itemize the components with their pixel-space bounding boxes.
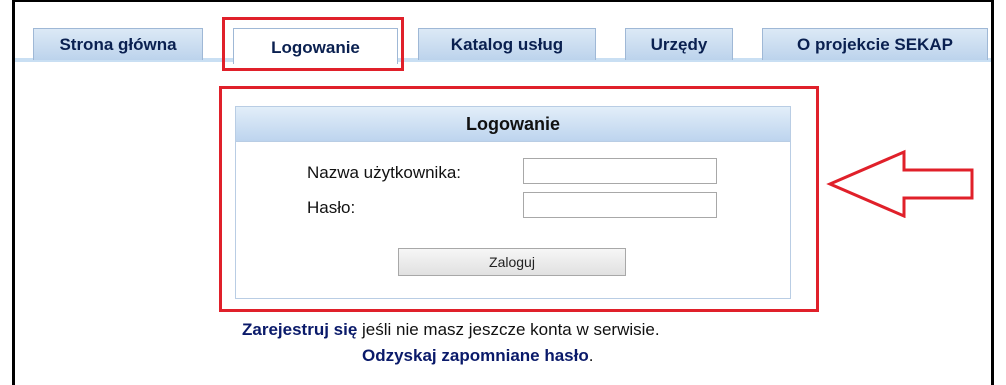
- tab-o-projekcie[interactable]: O projekcie SEKAP: [762, 28, 988, 60]
- tab-label: Strona główna: [59, 35, 177, 54]
- register-line: Zarejestruj się jeśli nie masz jeszcze k…: [242, 320, 660, 340]
- left-arrow-icon: [826, 149, 974, 218]
- tab-logowanie[interactable]: Logowanie: [233, 28, 398, 64]
- username-label: Nazwa użytkownika:: [307, 163, 462, 182]
- recover-line: Odzyskaj zapomniane hasło.: [362, 346, 593, 366]
- password-label: Hasło:: [307, 198, 356, 217]
- username-field[interactable]: [523, 158, 717, 184]
- login-button[interactable]: Zaloguj: [398, 248, 626, 276]
- login-panel: Logowanie Nazwa użytkownika: Hasło: Zalo…: [235, 106, 791, 299]
- password-field[interactable]: [523, 192, 717, 218]
- tab-label: O projekcie SEKAP: [797, 35, 953, 54]
- recover-suffix: .: [588, 346, 594, 365]
- tab-label: Logowanie: [271, 38, 360, 57]
- register-text: jeśli nie masz jeszcze konta w serwisie.: [357, 320, 660, 339]
- login-panel-title: Logowanie: [236, 107, 790, 142]
- tab-strona-glowna[interactable]: Strona główna: [33, 28, 203, 60]
- tab-urzedy[interactable]: Urzędy: [625, 28, 733, 60]
- page: Strona główna Logowanie Katalog usług Ur…: [0, 0, 1006, 385]
- tab-label: Urzędy: [650, 35, 708, 54]
- register-link[interactable]: Zarejestruj się: [242, 320, 357, 339]
- recover-password-link[interactable]: Odzyskaj zapomniane hasło: [362, 346, 589, 365]
- tab-katalog-uslug[interactable]: Katalog usług: [418, 28, 596, 60]
- tab-label: Katalog usług: [450, 35, 564, 54]
